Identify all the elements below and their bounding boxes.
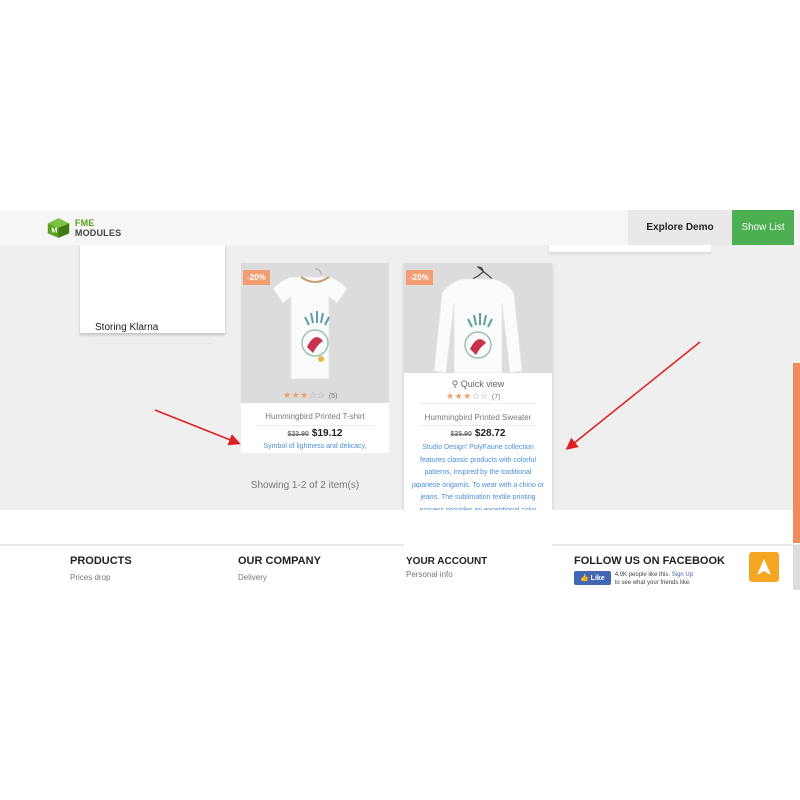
footer-heading: FOLLOW US ON FACEBOOK: [574, 555, 725, 567]
scrollbar-track[interactable]: [793, 545, 800, 590]
scroll-to-top-button[interactable]: [749, 552, 779, 582]
footer-col-facebook: FOLLOW US ON FACEBOOK 👍 Like 4.9K people…: [574, 555, 725, 587]
showing-count: Showing 1-2 of 2 item(s): [250, 480, 360, 491]
footer-divider: [0, 544, 800, 546]
fb-signup-link[interactable]: Sign Up: [672, 572, 693, 578]
footer-link-personal-info[interactable]: Personal info: [406, 570, 487, 579]
fb-like-text: 4.9K people like this. Sign Up to see wha…: [614, 572, 694, 586]
footer-heading: PRODUCTS: [70, 555, 132, 567]
arrow-right: [565, 341, 701, 450]
facebook-widget: 👍 Like 4.9K people like this. Sign Up to …: [574, 571, 725, 587]
arrow-up-icon: [757, 559, 771, 575]
footer-col-company: OUR COMPANY Delivery: [238, 555, 321, 582]
footer-heading: OUR COMPANY: [238, 555, 321, 567]
page: M FME MODULES Explore Demo Show List Sto…: [0, 0, 800, 800]
fb-like-button[interactable]: 👍 Like: [574, 571, 611, 585]
scrollbar-thumb[interactable]: [793, 363, 800, 543]
footer-col-account: YOUR ACCOUNT Personal info: [406, 556, 487, 579]
footer-heading: YOUR ACCOUNT: [406, 556, 488, 567]
footer-link-prices-drop[interactable]: Prices drop: [70, 573, 132, 582]
arrow-left: [154, 409, 241, 446]
footer-link-delivery[interactable]: Delivery: [238, 573, 321, 582]
footer-col-products: PRODUCTS Prices drop: [70, 555, 132, 582]
screenshot-area: M FME MODULES Explore Demo Show List Sto…: [0, 210, 800, 590]
quick-view-panel-bottom: [404, 510, 552, 554]
thumbs-up-icon: 👍: [580, 575, 589, 582]
